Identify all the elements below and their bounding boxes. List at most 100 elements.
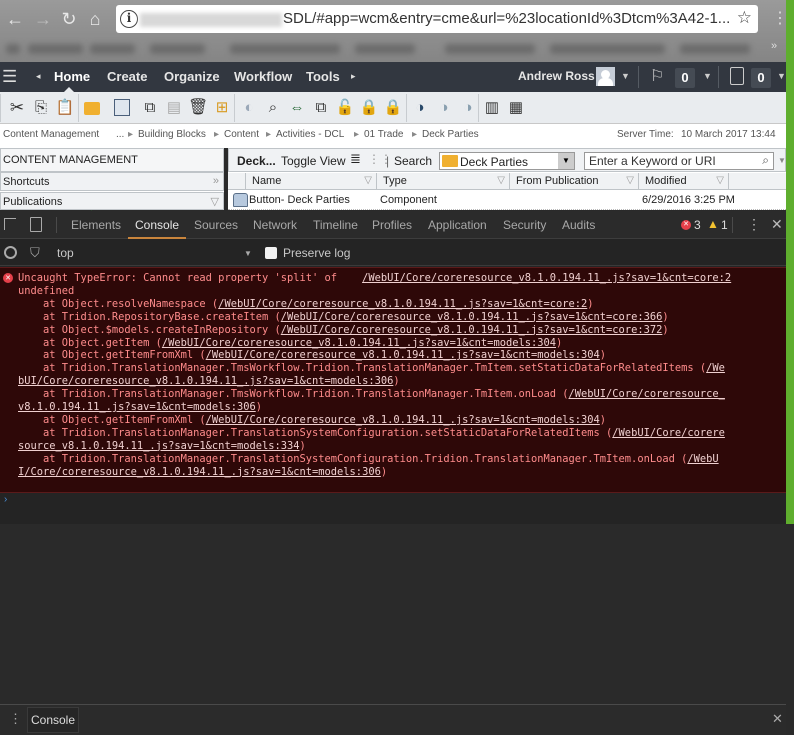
breadcrumb-item[interactable]: 01 Trade — [364, 129, 403, 140]
col-name[interactable]: Name ▽ — [246, 173, 377, 190]
publish-globe-icon[interactable]: ◐ — [239, 98, 259, 118]
close-devtools-icon[interactable]: ✕ — [771, 216, 783, 233]
where-used-icon[interactable]: ⧉ — [140, 98, 160, 118]
breadcrumb-item-current[interactable]: Deck Parties — [422, 129, 479, 140]
compare-icon[interactable]: ⇔ — [287, 98, 307, 118]
breadcrumb-item[interactable]: Content — [224, 129, 259, 140]
user-dropdown-icon[interactable]: ▼ — [621, 71, 630, 81]
clipboard-icon[interactable] — [730, 67, 744, 85]
publish-page-icon[interactable]: ◑ — [410, 98, 430, 118]
publications-section[interactable]: Publications ▽ — [0, 192, 224, 210]
clipboard-dropdown-icon[interactable]: ▼ — [777, 71, 786, 81]
toggle-view-label[interactable]: Toggle View — [281, 154, 346, 168]
console-prompt-icon[interactable]: › — [4, 494, 7, 505]
col-type[interactable]: Type ▽ — [377, 173, 510, 190]
tab-elements[interactable]: Elements — [71, 218, 121, 232]
source-link[interactable]: /WebUI/Core/corere — [612, 427, 725, 439]
col-from-publication[interactable]: From Publication ▽ — [510, 173, 639, 190]
tab-timeline[interactable]: Timeline — [313, 218, 358, 232]
unlock-icon[interactable]: 🔓 — [335, 98, 355, 118]
tab-workflow[interactable]: Workflow — [234, 69, 292, 84]
source-link[interactable]: /WebUI/Core/coreresource_v8.1.0.194.11_.… — [206, 414, 600, 426]
breadcrumb-item[interactable]: Building Blocks — [138, 129, 206, 140]
source-link[interactable]: /WebUI/Core/coreresource_ — [569, 388, 725, 400]
add-item-icon[interactable]: ⊞ — [212, 98, 232, 118]
barcode-add-icon[interactable]: ▥ — [482, 98, 502, 118]
tab-network[interactable]: Network — [253, 218, 297, 232]
scroll-right-icon[interactable]: ▸ — [351, 71, 356, 82]
source-link[interactable]: I/Core/coreresource_v8.1.0.194.11_.js?sa… — [18, 466, 381, 478]
bookmark-star-icon[interactable]: ☆ — [737, 8, 752, 28]
source-link[interactable]: /WebUI/Core/coreresource_v8.1.0.194.11_.… — [281, 324, 663, 336]
warning-count[interactable]: 1 — [721, 218, 728, 232]
tab-console[interactable]: Console — [135, 218, 179, 232]
clipboard-list-icon[interactable]: ▤ — [164, 98, 184, 118]
col-modified[interactable]: Modified ▽ — [639, 173, 729, 190]
breadcrumb-ellipsis[interactable]: ... — [116, 129, 124, 140]
drawer-menu-icon[interactable]: ⋮ — [9, 711, 22, 727]
tab-profiles[interactable]: Profiles — [372, 218, 412, 232]
structure-icon[interactable] — [114, 99, 130, 116]
breadcrumb-root[interactable]: Content Management — [3, 129, 99, 140]
checkin-icon[interactable]: 🔒 — [383, 98, 403, 118]
context-select[interactable]: top — [57, 246, 74, 260]
source-link[interactable]: v8.1.0.194.11_.js?sav=1&cnt=models:306 — [18, 401, 256, 413]
breadcrumb-item[interactable]: Activities - DCL — [276, 129, 344, 140]
home-icon[interactable]: ⌂ — [84, 8, 106, 30]
drawer-tab-console[interactable]: Console — [27, 707, 79, 733]
localize-icon[interactable]: ⧉ — [311, 98, 331, 118]
upload-folder-icon[interactable] — [84, 102, 100, 115]
scroll-left-icon[interactable]: ◂ — [36, 71, 41, 82]
barcode-check-icon[interactable]: ▦ — [506, 98, 526, 118]
search-icon[interactable]: ⌕ — [762, 153, 769, 168]
forward-icon[interactable]: → — [32, 8, 54, 30]
expand-icon[interactable]: » — [213, 175, 219, 187]
list-view-icon[interactable]: ≣ — [350, 151, 361, 167]
tab-security[interactable]: Security — [503, 218, 546, 232]
keyword-search-input[interactable]: Enter a Keyword or URI ⌕ — [584, 152, 774, 170]
chevron-down-icon[interactable]: ▼ — [558, 153, 574, 169]
paste-icon[interactable]: 📋 — [55, 98, 75, 118]
cut-icon[interactable]: ✂ — [7, 98, 27, 118]
hamburger-menu-icon[interactable]: ☰ — [2, 68, 18, 85]
source-link[interactable]: /WebUI/Core/coreresource_v8.1.0.194.11_.… — [281, 311, 663, 323]
address-bar[interactable]: i SDL/#app=wcm&entry=cme&url=%23location… — [116, 5, 758, 33]
filter-icon[interactable]: ▽ — [211, 195, 219, 208]
avatar[interactable] — [596, 67, 615, 86]
back-icon[interactable]: ← — [4, 8, 26, 30]
device-toolbar-icon[interactable] — [30, 217, 42, 232]
preserve-log-checkbox[interactable] — [265, 247, 277, 259]
user-name[interactable]: Andrew Ross — [518, 69, 595, 83]
publish-icon[interactable]: ◑ — [434, 98, 454, 118]
search-options-icon[interactable]: ▼ — [778, 156, 786, 165]
tab-tools[interactable]: Tools — [306, 69, 340, 84]
reload-icon[interactable]: ↻ — [58, 8, 80, 30]
tab-home[interactable]: Home — [54, 69, 90, 84]
filter-icon[interactable]: ⛉ — [30, 245, 40, 261]
tab-organize[interactable]: Organize — [164, 69, 220, 84]
table-row[interactable]: Button- Deck Parties Component 6/29/2016… — [228, 191, 786, 210]
more-bookmarks-icon[interactable]: » — [771, 40, 777, 52]
source-link[interactable]: /WebUI/Core/coreresource_v8.1.0.194.11_.… — [218, 298, 587, 310]
clipboard-count[interactable]: 0 — [751, 68, 771, 88]
unpublish-icon[interactable]: ◑ — [458, 98, 478, 118]
preview-icon[interactable]: ⌕ — [263, 98, 283, 118]
source-link[interactable]: /WebUI/Core/coreresource_v8.1.0.194.11_.… — [162, 337, 556, 349]
error-icon[interactable]: ✕ — [681, 220, 691, 230]
tab-sources[interactable]: Sources — [194, 218, 238, 232]
source-link[interactable]: source_v8.1.0.194.11_.js?sav=1&cnt=model… — [18, 440, 300, 452]
source-link[interactable]: /WebUI/Core/coreresource_v8.1.0.194.11_.… — [362, 272, 731, 284]
lock-icon[interactable]: 🔒 — [359, 98, 379, 118]
inspect-element-icon[interactable] — [4, 218, 16, 230]
search-folder-select[interactable]: Deck Parties ▼ — [439, 152, 575, 170]
source-link[interactable]: /WebUI/Core/coreresource_v8.1.0.194.11_.… — [206, 349, 600, 361]
clear-console-icon[interactable] — [4, 246, 17, 259]
source-link[interactable]: bUI/Core/coreresource_v8.1.0.194.11_.js?… — [18, 375, 393, 387]
devtools-menu-icon[interactable]: ⋮ — [747, 216, 761, 233]
shortcuts-section[interactable]: Shortcuts » — [0, 172, 224, 191]
error-count[interactable]: 3 — [694, 218, 701, 232]
source-link[interactable]: /We — [706, 362, 725, 374]
copy-icon[interactable]: ⎘ — [31, 98, 51, 118]
context-dropdown-icon[interactable]: ▼ — [244, 249, 252, 258]
flag-dropdown-icon[interactable]: ▼ — [703, 71, 712, 81]
